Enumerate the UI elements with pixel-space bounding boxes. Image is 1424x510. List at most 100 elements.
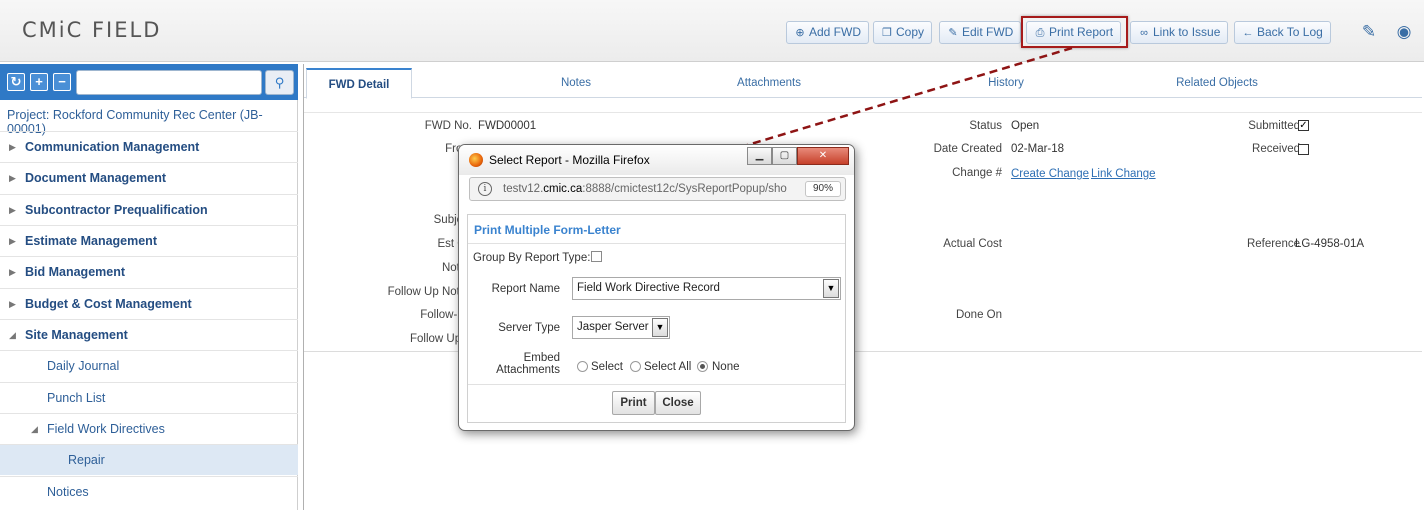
embed-label: Embed xyxy=(523,352,560,364)
url-path: :8888/cmictest12c/SysReportPopup/sho xyxy=(582,183,787,195)
report-name-value: Field Work Directive Record xyxy=(577,282,720,294)
sidebar-item-label: Punch List xyxy=(47,391,106,405)
group-by-checkbox[interactable] xyxy=(591,251,602,262)
reference-label: Reference xyxy=(1246,238,1300,250)
close-button[interactable]: Close xyxy=(655,391,701,415)
back-to-log-button[interactable]: ← Back To Log xyxy=(1234,21,1331,44)
sidebar-item-punch-list[interactable]: Punch List xyxy=(0,382,298,413)
collapse-all-icon[interactable]: − xyxy=(53,73,71,91)
sidebar-item-bid-management[interactable]: ▶ Bid Management xyxy=(0,256,298,287)
chevron-down-icon: ▼ xyxy=(823,279,839,298)
tab-attachments[interactable]: Attachments xyxy=(719,68,819,98)
sidebar-item-daily-journal[interactable]: Daily Journal xyxy=(0,350,298,381)
link-change-link[interactable]: Link Change xyxy=(1091,168,1156,180)
received-label: Received xyxy=(1252,143,1300,155)
edit-note-icon[interactable]: ✎ xyxy=(1359,22,1379,42)
sidebar-item-label: Repair xyxy=(68,453,105,467)
caret-right-icon: ▶ xyxy=(9,205,16,215)
copy-button[interactable]: ❐ Copy xyxy=(873,21,933,44)
search-icon[interactable]: ⚲ xyxy=(265,70,294,95)
sidebar-item-label: Site Management xyxy=(25,328,128,342)
sidebar-item-label: Communication Management xyxy=(25,140,200,154)
app-header: CMiC FIELD ⊕ Add FWD ❐ Copy ✎ Edit FWD ⎙ Pri… xyxy=(0,0,1424,62)
sidebar-item-subcontractor-prequalification[interactable]: ▶ Subcontractor Prequalification xyxy=(0,194,298,225)
url-host-domain: cmic.ca xyxy=(543,183,583,195)
caret-right-icon: ▶ xyxy=(9,267,16,277)
app-logo: CMiC FIELD xyxy=(22,18,162,42)
group-by-label: Group By Report Type: xyxy=(473,252,591,264)
sidebar-item-budget-cost-management[interactable]: ▶ Budget & Cost Management xyxy=(0,288,298,319)
sidebar-item-label: Estimate Management xyxy=(25,234,157,248)
popup-heading: Print Multiple Form-Letter xyxy=(474,223,621,237)
zoom-indicator[interactable]: 90% xyxy=(805,181,841,197)
sidebar-item-label: Notices xyxy=(47,485,89,499)
change-number-label: Change # xyxy=(952,167,1002,179)
arrow-left-icon: ← xyxy=(1242,27,1254,39)
divider xyxy=(468,243,845,244)
caret-down-icon: ◢ xyxy=(31,424,38,434)
sidebar-item-label: Document Management xyxy=(25,171,166,185)
embed-select-all-radio[interactable] xyxy=(630,361,641,372)
user-circle-icon[interactable]: ◉ xyxy=(1394,22,1414,42)
expand-all-icon[interactable]: + xyxy=(30,73,48,91)
sidebar-toolbar: ↻ + − ⚲ xyxy=(0,64,298,100)
embed-select-all-label: Select All xyxy=(644,361,692,373)
tab-history[interactable]: History xyxy=(956,68,1056,98)
embed-none-radio[interactable] xyxy=(697,361,708,372)
create-change-link[interactable]: Create Change xyxy=(1011,168,1089,180)
caret-right-icon: ▶ xyxy=(9,236,16,246)
divider xyxy=(468,384,845,385)
minimize-icon[interactable]: ▁ xyxy=(747,147,772,165)
link-to-issue-button[interactable]: ∞ Link to Issue xyxy=(1130,21,1229,44)
status-value: Open xyxy=(1011,120,1040,132)
popup-titlebar[interactable]: Select Report - Mozilla Firefox ▁ ▢ ✕ xyxy=(459,145,854,175)
print-report-label: Print Report xyxy=(1049,25,1114,39)
tab-bar: FWD Detail Notes Attachments History Rel… xyxy=(304,68,1422,99)
firefox-icon xyxy=(469,153,483,167)
sidebar-search-input[interactable] xyxy=(76,70,262,95)
sidebar-item-site-management[interactable]: ◢ Site Management xyxy=(0,319,298,350)
tab-fwd-detail[interactable]: FWD Detail xyxy=(306,68,412,99)
plus-circle-icon: ⊕ xyxy=(795,27,805,39)
submitted-label: Submitted xyxy=(1248,120,1300,132)
popup-title: Select Report - Mozilla Firefox xyxy=(489,153,650,167)
url-host-prefix: testv12. xyxy=(503,183,544,195)
tab-notes[interactable]: Notes xyxy=(526,68,626,98)
sidebar-item-label: Budget & Cost Management xyxy=(25,297,192,311)
sidebar-item-notices[interactable]: Notices xyxy=(0,476,298,507)
sidebar-item-field-work-directives[interactable]: ◢ Field Work Directives xyxy=(0,413,298,444)
tab-related-objects[interactable]: Related Objects xyxy=(1162,68,1272,98)
sidebar-item-document-management[interactable]: ▶ Document Management xyxy=(0,162,298,193)
refresh-icon[interactable]: ↻ xyxy=(7,73,25,91)
server-type-select[interactable]: Jasper Server ▼ xyxy=(572,316,670,339)
close-icon[interactable]: ✕ xyxy=(797,147,849,165)
link-to-issue-label: Link to Issue xyxy=(1153,25,1221,39)
submitted-checkbox[interactable]: ✓ xyxy=(1298,120,1309,131)
status-label: Status xyxy=(969,120,1002,132)
caret-right-icon: ▶ xyxy=(9,173,16,183)
sidebar-item-label: Daily Journal xyxy=(47,359,120,373)
add-fwd-button[interactable]: ⊕ Add FWD xyxy=(786,21,870,44)
sidebar-item-repair[interactable]: Repair xyxy=(0,444,298,475)
caret-right-icon: ▶ xyxy=(9,299,16,309)
sidebar-item-label: Subcontractor Prequalification xyxy=(25,203,208,217)
print-report-button[interactable]: ⎙ Print Report xyxy=(1026,21,1122,44)
add-fwd-label: Add FWD xyxy=(809,25,862,39)
date-created-label: Date Created xyxy=(933,143,1002,155)
sidebar-item-communication-management[interactable]: ▶ Communication Management xyxy=(0,131,298,162)
edit-fwd-button[interactable]: ✎ Edit FWD xyxy=(939,21,1022,44)
back-to-log-label: Back To Log xyxy=(1257,25,1323,39)
received-checkbox[interactable] xyxy=(1298,144,1309,155)
embed-select-label: Select xyxy=(591,361,623,373)
url-text: testv12.cmic.ca:8888/cmictest12c/SysRepo… xyxy=(503,183,799,195)
embed-select-radio[interactable] xyxy=(577,361,588,372)
maximize-icon[interactable]: ▢ xyxy=(772,147,797,165)
info-icon[interactable]: i xyxy=(478,182,492,196)
report-name-select[interactable]: Field Work Directive Record ▼ xyxy=(572,277,841,300)
reference-value: LG-4958-01A xyxy=(1295,238,1365,250)
fwd-no-value: FWD00001 xyxy=(478,120,537,132)
print-button[interactable]: Print xyxy=(612,391,655,415)
chevron-down-icon: ▼ xyxy=(652,318,668,337)
url-bar[interactable]: i testv12.cmic.ca:8888/cmictest12c/SysRe… xyxy=(469,177,846,201)
sidebar-item-estimate-management[interactable]: ▶ Estimate Management xyxy=(0,225,298,256)
